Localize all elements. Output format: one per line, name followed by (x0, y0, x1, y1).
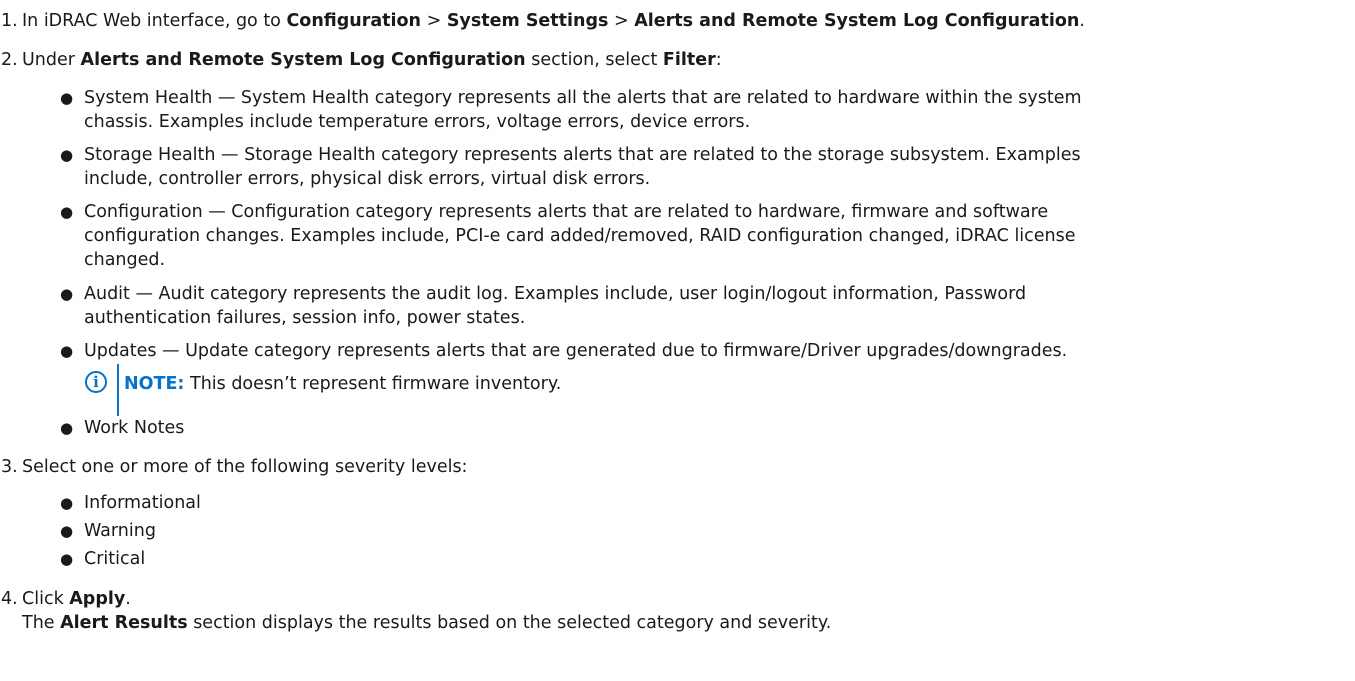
menu-system-settings: System Settings (446, 11, 609, 31)
step-text: Select one or more of the following seve… (22, 457, 468, 477)
step-number: 4. (1, 589, 18, 609)
bullet-icon: ● (60, 146, 74, 164)
separator: > (421, 11, 447, 31)
filter-option: Filter (662, 50, 716, 70)
apply-label: Apply (69, 589, 126, 609)
separator: > (608, 11, 635, 31)
note-divider (117, 364, 119, 416)
step-number: 1. (1, 11, 18, 31)
step-number: 3. (1, 457, 18, 477)
section-name: Alerts and Remote System Log Configurati… (80, 50, 526, 70)
severity-informational: Informational (84, 493, 201, 513)
info-icon: i (85, 371, 107, 393)
bullet-icon: ● (60, 285, 74, 303)
bullet-icon: ● (60, 419, 74, 437)
severity-warning: Warning (84, 521, 156, 541)
bullet-icon: ● (60, 494, 74, 512)
menu-alerts-remote-syslog: Alerts and Remote System Log Configurati… (634, 11, 1080, 31)
note-text: This doesn’t represent firmware inventor… (190, 374, 562, 394)
bullet-icon: ● (60, 203, 74, 221)
alert-results-label: Alert Results (60, 613, 188, 633)
step-text: In iDRAC Web interface, go to (22, 11, 287, 31)
severity-critical: Critical (84, 549, 146, 569)
bullet-icon: ● (60, 342, 74, 360)
bullet-icon: ● (60, 522, 74, 540)
menu-configuration: Configuration (286, 11, 422, 31)
note-label: NOTE: (124, 374, 185, 394)
step-number: 2. (1, 50, 18, 70)
bullet-icon: ● (60, 89, 74, 107)
bullet-icon: ● (60, 550, 74, 568)
